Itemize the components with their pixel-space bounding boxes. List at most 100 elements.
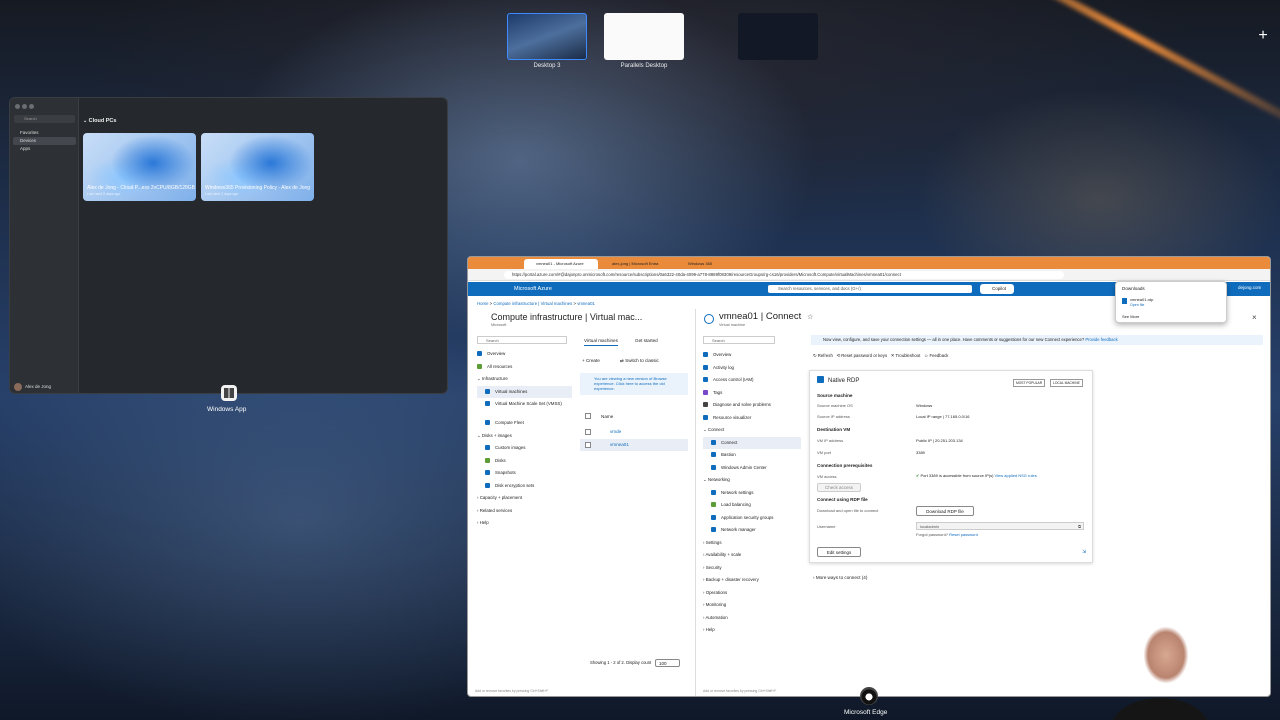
nav-connect[interactable]: Connect	[703, 436, 801, 449]
nav-windows-admin-center[interactable]: Windows Admin Center	[703, 462, 801, 475]
windows-app-icon[interactable]	[221, 385, 237, 401]
nav-asg[interactable]: Application security groups	[703, 512, 801, 525]
nav-availability[interactable]: › Availability + scale	[703, 549, 801, 562]
breadcrumb-home[interactable]: Home	[477, 301, 488, 306]
nav-capacity[interactable]: › Capacity + placement	[477, 492, 572, 505]
nav-disks-images[interactable]: ⌄ Disks + images	[477, 430, 572, 443]
zoom-window-dot[interactable]	[29, 104, 34, 109]
edge-app-icon[interactable]	[860, 687, 878, 705]
sidebar-search-input[interactable]: Search	[14, 115, 75, 123]
nav-compute-fleet[interactable]: Compute Fleet	[477, 417, 572, 430]
vm-name-link[interactable]: vmnea01	[610, 442, 629, 447]
breadcrumb-vm[interactable]: vmnea01	[577, 301, 595, 306]
tab-entra[interactable]: alex-jong | Microsoft Entra	[600, 259, 674, 269]
nav-connect-group[interactable]: ⌄ Connect	[703, 424, 801, 437]
see-more-link[interactable]: See More	[1122, 314, 1139, 319]
nav-snapshots[interactable]: Snapshots	[477, 467, 572, 480]
nav-automation[interactable]: › Automation	[703, 612, 801, 625]
nav-vmss[interactable]: Virtual Machine Scale Set (VMSS)	[477, 398, 572, 417]
username-field[interactable]: localadmin ⧉	[916, 522, 1084, 530]
download-file-name[interactable]: vmnea01.rdp	[1130, 297, 1153, 302]
nav-disks[interactable]: Disks	[477, 455, 572, 468]
close-window-dot[interactable]	[15, 104, 20, 109]
favorite-star-icon[interactable]: ☆	[807, 313, 813, 321]
select-all-checkbox[interactable]	[585, 413, 591, 419]
nav-monitoring[interactable]: › Monitoring	[703, 599, 801, 612]
user-avatar[interactable]	[14, 383, 22, 391]
create-button[interactable]: + Create	[582, 358, 600, 363]
download-rdp-button[interactable]: Download RDP file	[916, 506, 974, 516]
windows-app-window[interactable]: Search Favorites Devices Apps Alex de Jo…	[9, 97, 448, 394]
url-input[interactable]: https://portal.azure.com/#@dajonpro.onmi…	[504, 271, 1064, 279]
nav-help[interactable]: › Help	[477, 517, 572, 530]
nav-bastion[interactable]: Bastion	[703, 449, 801, 462]
compute-search-input[interactable]: Search	[477, 336, 567, 344]
browse-info-banner[interactable]: You are viewing a new version of Browse …	[580, 373, 688, 395]
account-label[interactable]: dejong.com	[1238, 285, 1261, 290]
table-row[interactable]: vmde	[580, 426, 688, 438]
nav-activity-log[interactable]: Activity log	[703, 362, 801, 375]
row-checkbox[interactable]	[585, 429, 591, 435]
copy-icon[interactable]: ⧉	[1078, 523, 1081, 530]
nav-operations[interactable]: › Operations	[703, 587, 801, 600]
nav-virtual-machines[interactable]: Virtual machines	[477, 385, 572, 398]
troubleshoot-button[interactable]: ✕ Troubleshoot	[891, 353, 921, 358]
nav-backup[interactable]: › Backup + disaster recovery	[703, 574, 801, 587]
azure-search-input[interactable]: Search resources, services, and docs (G+…	[768, 285, 972, 293]
tab-virtual-machines[interactable]: Virtual machines	[584, 338, 618, 346]
breadcrumb-compute[interactable]: Compute infrastructure | Virtual machine…	[493, 301, 572, 306]
nav-load-balancing[interactable]: Load balancing	[703, 499, 801, 512]
reset-password-button[interactable]: ⟲ Reset password or keys	[836, 353, 887, 358]
downloads-flyout[interactable]: Downloads vmnea01.rdp Open file See More	[1115, 281, 1227, 323]
table-row[interactable]: vmnea01	[580, 439, 688, 451]
cloud-pc-card[interactable]: Alex de Jong - Cloud P...ess 2vCPU/8GB/1…	[83, 133, 196, 201]
minimize-window-dot[interactable]	[22, 104, 27, 109]
more-ways-to-connect[interactable]: › More ways to connect (4)	[813, 575, 867, 580]
nav-security[interactable]: › Security	[703, 562, 801, 575]
nav-resource-visualizer[interactable]: Resource visualizer	[703, 412, 801, 425]
nav-overview[interactable]: Overview	[703, 349, 801, 362]
nav-overview[interactable]: Overview	[477, 348, 572, 361]
sidebar-item-apps[interactable]: Apps	[10, 145, 79, 153]
nav-settings[interactable]: › Settings	[703, 537, 801, 550]
desktop-blank-thumbnail[interactable]	[738, 13, 818, 60]
nav-disk-encryption[interactable]: Disk encryption sets	[477, 480, 572, 493]
nsg-rules-link[interactable]: View applied NSG rules	[995, 473, 1037, 478]
refresh-button[interactable]: ↻ Refresh	[813, 353, 833, 358]
row-checkbox[interactable]	[585, 442, 591, 448]
cloud-pcs-heading[interactable]: ⌄ Cloud PCs	[83, 118, 116, 124]
switch-classic-button[interactable]: ⇄ Switch to classic	[620, 358, 659, 364]
sidebar-item-favorites[interactable]: Favorites	[10, 129, 79, 137]
nav-diagnose[interactable]: Diagnose and solve problems	[703, 399, 801, 412]
cloud-pc-card[interactable]: Windows365 Provisioning Policy - Alex de…	[201, 133, 314, 201]
nav-networking[interactable]: ⌄ Networking	[703, 474, 801, 487]
open-file-link[interactable]: Open file	[1130, 303, 1144, 307]
tab-windows365[interactable]: Windows 365	[676, 259, 750, 269]
pin-icon[interactable]: ⇲	[1082, 549, 1086, 555]
nav-related-services[interactable]: › Related services	[477, 505, 572, 518]
feedback-button[interactable]: ☺ Feedback	[924, 353, 948, 358]
nav-iam[interactable]: Access control (IAM)	[703, 374, 801, 387]
parallels-desktop-thumbnail[interactable]	[604, 13, 684, 60]
azure-brand[interactable]: Microsoft Azure	[514, 286, 552, 292]
sidebar-item-devices[interactable]: Devices	[13, 137, 76, 145]
provide-feedback-link[interactable]: Provide feedback	[1085, 337, 1117, 342]
edit-settings-button[interactable]: Edit settings	[817, 547, 861, 557]
add-desktop-button[interactable]: +	[1254, 28, 1272, 46]
nav-help[interactable]: › Help	[703, 624, 801, 637]
nav-custom-images[interactable]: Custom images	[477, 442, 572, 455]
close-blade-icon[interactable]: ×	[1252, 313, 1257, 322]
column-name[interactable]: Name	[601, 414, 613, 419]
desktop-3-thumbnail[interactable]	[507, 13, 587, 60]
nav-network-settings[interactable]: Network settings	[703, 487, 801, 500]
tab-azure-vm[interactable]: vmnea01 - Microsoft Azure	[524, 259, 598, 269]
nav-all-resources[interactable]: All resources	[477, 361, 572, 374]
nav-infrastructure[interactable]: ⌄ Infrastructure	[477, 373, 572, 386]
tab-get-started[interactable]: Get started	[635, 338, 658, 343]
copilot-button[interactable]: Copilot	[980, 284, 1014, 294]
nav-tags[interactable]: Tags	[703, 387, 801, 400]
vm-name-link[interactable]: vmde	[610, 429, 621, 434]
page-size-select[interactable]: 100	[655, 659, 680, 667]
nav-network-manager[interactable]: Network manager	[703, 524, 801, 537]
check-access-button[interactable]: Check access	[817, 483, 861, 492]
